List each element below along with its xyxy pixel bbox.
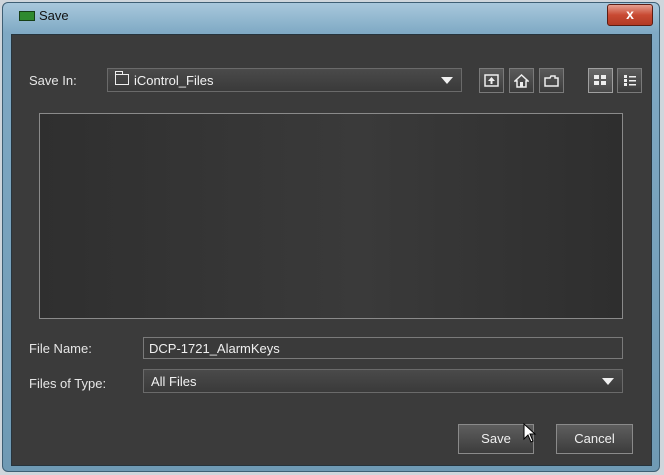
new-folder-icon bbox=[544, 74, 559, 87]
files-of-type-value: All Files bbox=[151, 374, 197, 389]
folder-icon bbox=[115, 71, 129, 85]
save-dialog-window: Save x Save In: iControl_Files File Name… bbox=[2, 2, 660, 472]
app-icon bbox=[19, 11, 35, 21]
chevron-down-icon[interactable] bbox=[441, 77, 453, 84]
save-in-label: Save In: bbox=[29, 73, 77, 88]
window-title: Save bbox=[39, 8, 69, 23]
cancel-button[interactable]: Cancel bbox=[556, 424, 633, 454]
save-in-combo[interactable]: iControl_Files bbox=[107, 68, 462, 92]
file-name-label: File Name: bbox=[29, 341, 92, 356]
close-button[interactable]: x bbox=[607, 4, 653, 26]
files-of-type-label: Files of Type: bbox=[29, 376, 107, 391]
mouse-pointer-icon bbox=[523, 423, 537, 443]
details-view-button[interactable] bbox=[617, 68, 642, 93]
dialog-client-area: Save In: iControl_Files File Name: DCP-1… bbox=[11, 34, 652, 466]
title-bar[interactable]: Save x bbox=[3, 3, 659, 33]
save-in-value: iControl_Files bbox=[134, 73, 214, 88]
chevron-down-icon[interactable] bbox=[602, 378, 614, 385]
file-list[interactable] bbox=[39, 113, 623, 319]
new-folder-button[interactable] bbox=[539, 68, 564, 93]
list-view-icon bbox=[594, 75, 606, 85]
up-folder-button[interactable] bbox=[479, 68, 504, 93]
details-view-icon bbox=[623, 75, 636, 86]
files-of-type-combo[interactable]: All Files bbox=[143, 369, 623, 393]
file-name-input[interactable] bbox=[143, 337, 623, 359]
up-folder-icon bbox=[484, 74, 499, 87]
home-icon bbox=[514, 73, 529, 88]
home-button[interactable] bbox=[509, 68, 534, 93]
list-view-button[interactable] bbox=[588, 68, 613, 93]
